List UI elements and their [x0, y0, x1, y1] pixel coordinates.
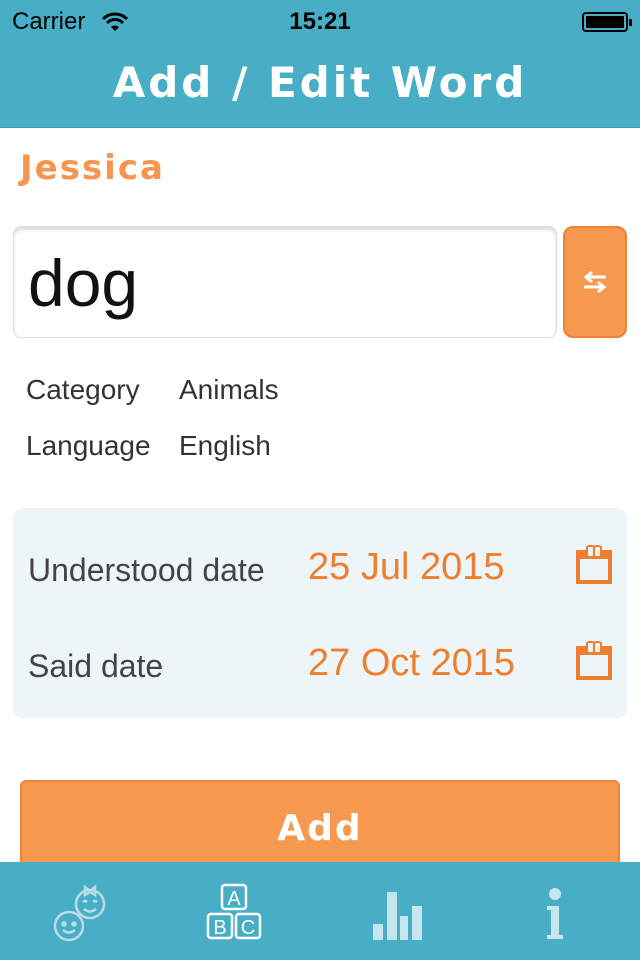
tab-info[interactable] — [480, 862, 640, 960]
battery-icon — [582, 12, 632, 32]
word-input[interactable]: dog — [13, 226, 557, 338]
clock: 15:21 — [289, 8, 351, 35]
swap-button[interactable] — [563, 226, 627, 338]
language-label: Language — [26, 430, 151, 461]
dates-panel: Understood date 25 Jul 2015 Said date 27… — [13, 508, 627, 718]
page-title: Add / Edit Word — [112, 58, 528, 107]
category-row[interactable]: Category Animals — [26, 374, 279, 406]
status-bar: Carrier 15:21 — [0, 6, 640, 36]
abc-blocks-icon: AB C — [206, 883, 262, 940]
svg-text:B: B — [213, 917, 226, 939]
calendar-icon[interactable] — [576, 641, 612, 680]
bar-chart-icon — [373, 892, 422, 940]
said-date-value[interactable]: 27 Oct 2015 — [308, 642, 515, 685]
add-button[interactable]: Add — [20, 780, 620, 870]
language-row[interactable]: Language English — [26, 430, 271, 462]
nav-header: Carrier 15:21 Add / Edit Word — [0, 0, 640, 128]
said-date-row[interactable]: Said date 27 Oct 2015 — [28, 636, 618, 696]
tab-bar: ABC — [0, 862, 640, 960]
swap-arrows-icon — [583, 270, 607, 294]
said-date-label: Said date — [28, 648, 164, 684]
info-icon — [547, 888, 563, 939]
understood-date-label: Understood date — [28, 552, 265, 588]
understood-date-value[interactable]: 25 Jul 2015 — [308, 546, 505, 589]
child-name: Jessica — [20, 148, 165, 188]
tab-words[interactable]: ABC — [160, 862, 320, 960]
svg-text:C: C — [241, 917, 255, 939]
language-value[interactable]: English — [179, 430, 271, 462]
tab-stats[interactable] — [320, 862, 480, 960]
category-label: Category — [26, 374, 140, 405]
understood-date-row[interactable]: Understood date 25 Jul 2015 — [28, 540, 618, 600]
category-value[interactable]: Animals — [179, 374, 279, 406]
calendar-icon[interactable] — [576, 545, 612, 584]
svg-text:A: A — [227, 888, 241, 910]
tab-children[interactable] — [0, 862, 160, 960]
children-icon — [53, 884, 106, 942]
